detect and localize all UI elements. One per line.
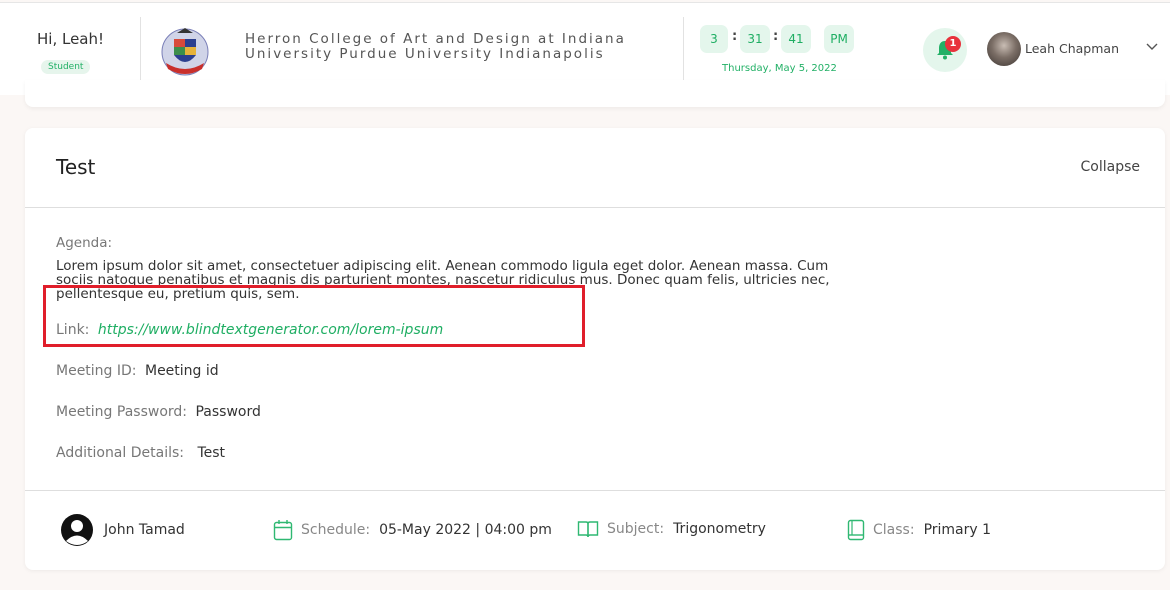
college-crest-icon bbox=[161, 28, 209, 76]
user-name[interactable]: Leah Chapman bbox=[1025, 41, 1119, 56]
current-date: Thursday, May 5, 2022 bbox=[722, 63, 837, 74]
subject-value: Trigonometry bbox=[673, 521, 766, 537]
open-book-icon bbox=[577, 521, 599, 538]
chevron-down-icon[interactable] bbox=[1146, 43, 1158, 51]
meeting-password-row: Meeting Password: Password bbox=[56, 404, 261, 420]
schedule-info: Schedule: 05-May 2022 | 04:00 pm bbox=[273, 519, 552, 541]
clock-colon: : bbox=[732, 29, 738, 44]
meeting-title: Test bbox=[56, 155, 96, 179]
college-name: Herron College of Art and Design at Indi… bbox=[245, 31, 626, 62]
teacher-info: John Tamad bbox=[60, 513, 185, 547]
class-info: Class: Primary 1 bbox=[847, 519, 991, 541]
additional-details-row: Additional Details: Test bbox=[56, 445, 225, 461]
collapse-button[interactable]: Collapse bbox=[1081, 159, 1141, 175]
schedule-value: 05-May 2022 | 04:00 pm bbox=[379, 522, 552, 538]
meeting-id-row: Meeting ID: Meeting id bbox=[56, 363, 219, 379]
meeting-id-value: Meeting id bbox=[144, 363, 219, 379]
meeting-password-value: Password bbox=[195, 404, 261, 420]
clock-ampm: PM bbox=[824, 25, 854, 53]
schedule-label: Schedule: bbox=[301, 522, 371, 538]
subject-info: Subject: Trigonometry bbox=[577, 519, 766, 539]
additional-details-label: Additional Details: bbox=[56, 445, 184, 461]
calendar-icon bbox=[273, 520, 293, 541]
additional-details-value: Test bbox=[197, 445, 226, 461]
highlight-box bbox=[43, 285, 585, 347]
class-label: Class: bbox=[873, 522, 915, 538]
meeting-password-label: Meeting Password: bbox=[56, 404, 188, 420]
clock-hour: 3 bbox=[700, 25, 728, 53]
teacher-name: John Tamad bbox=[104, 522, 185, 538]
header-divider bbox=[683, 17, 684, 81]
previous-card-edge bbox=[25, 80, 1165, 107]
meeting-id-label: Meeting ID: bbox=[56, 363, 137, 379]
book-icon bbox=[847, 519, 865, 541]
subject-label: Subject: bbox=[607, 521, 665, 537]
user-avatar[interactable] bbox=[987, 32, 1021, 66]
class-value: Primary 1 bbox=[923, 522, 992, 538]
meeting-card: Test Collapse Agenda: Lorem ipsum dolor … bbox=[25, 128, 1165, 570]
notification-button[interactable] bbox=[923, 28, 967, 72]
clock-minute: 31 bbox=[740, 25, 770, 53]
card-divider bbox=[25, 207, 1165, 208]
role-badge: Student bbox=[41, 60, 91, 74]
clock-colon: : bbox=[773, 29, 779, 44]
notification-count-badge: 1 bbox=[945, 36, 961, 52]
header-divider bbox=[140, 17, 141, 81]
clock-second: 41 bbox=[781, 25, 811, 53]
greeting: Hi, Leah! bbox=[37, 30, 105, 48]
agenda-label: Agenda: bbox=[56, 235, 113, 251]
user-avatar-icon bbox=[61, 514, 93, 546]
card-divider bbox=[25, 490, 1165, 491]
